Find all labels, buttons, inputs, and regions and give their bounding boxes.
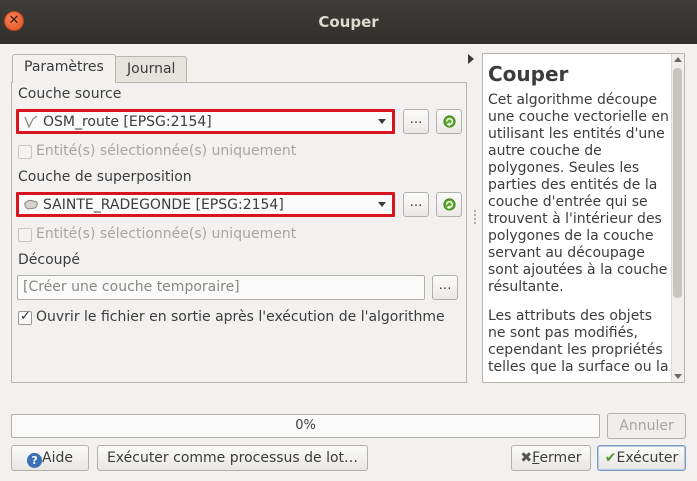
close-button[interactable]: ✖Fermer bbox=[511, 445, 591, 471]
iterate-icon bbox=[442, 198, 456, 211]
chevron-down-icon bbox=[378, 119, 386, 124]
scroll-down-icon[interactable] bbox=[674, 374, 682, 379]
help-pane: Couper Cet algorithme découpe une couche… bbox=[482, 53, 685, 383]
run-button-label: Exécuter bbox=[616, 450, 679, 466]
tab-label: Paramètres bbox=[24, 59, 104, 75]
close-button-label: ermer bbox=[539, 450, 582, 466]
output-browse-button[interactable]: … bbox=[432, 275, 458, 300]
line-layer-icon bbox=[24, 115, 38, 129]
source-layer-combo[interactable]: OSM_route [EPSG:2154] bbox=[16, 109, 395, 134]
help-icon: ? bbox=[27, 453, 43, 468]
overlay-layer-value: SAINTE_RADEGONDE [EPSG:2154] bbox=[43, 197, 284, 213]
overlay-browse-button[interactable]: … bbox=[403, 192, 429, 217]
progress-bar: 0% bbox=[11, 414, 600, 438]
help-button[interactable]: ? Aide bbox=[11, 445, 89, 471]
source-selected-only-label: Entité(s) sélectionnée(s) uniquement bbox=[36, 143, 297, 159]
scroll-up-icon[interactable] bbox=[674, 57, 682, 62]
iterate-icon bbox=[442, 115, 456, 128]
open-output-checkbox[interactable] bbox=[18, 309, 32, 325]
overlay-selected-only-label: Entité(s) sélectionnée(s) uniquement bbox=[36, 226, 297, 242]
window-title: Couper bbox=[318, 13, 379, 31]
source-layer-value: OSM_route [EPSG:2154] bbox=[43, 114, 212, 130]
tab-journal[interactable]: Journal bbox=[115, 56, 188, 83]
close-icon[interactable]: ✕ bbox=[4, 11, 24, 31]
overlay-selected-only-checkbox[interactable] bbox=[18, 228, 32, 242]
open-output-label: Ouvrir le fichier en sortie après l'exéc… bbox=[36, 309, 445, 325]
overlay-layer-combo[interactable]: SAINTE_RADEGONDE [EPSG:2154] bbox=[16, 192, 395, 217]
tab-parametres[interactable]: Paramètres bbox=[12, 54, 116, 83]
output-field[interactable]: [Créer une couche temporaire] bbox=[17, 275, 425, 300]
source-label: Couche source bbox=[18, 86, 122, 102]
overlay-iterate-button[interactable] bbox=[436, 192, 462, 217]
run-button[interactable]: ✔Exécuter bbox=[597, 445, 686, 471]
close-x-icon: ✖ bbox=[520, 450, 533, 466]
help-paragraph: Les attributs des objets ne sont pas mod… bbox=[488, 308, 669, 375]
chevron-down-icon bbox=[378, 202, 386, 207]
help-scrollbar-thumb[interactable] bbox=[673, 68, 682, 298]
source-selected-only-checkbox[interactable] bbox=[18, 145, 32, 159]
checkmark-icon: ✔ bbox=[604, 450, 617, 466]
output-label: Découpé bbox=[18, 252, 81, 268]
help-paragraph: Cet algorithme découpe une couche vector… bbox=[488, 92, 669, 295]
batch-process-button[interactable]: Exécuter comme processus de lot… bbox=[97, 445, 368, 471]
help-title: Couper bbox=[488, 62, 569, 86]
help-button-label: Aide bbox=[42, 450, 73, 466]
polygon-layer-icon bbox=[24, 199, 38, 210]
overlay-label: Couche de superposition bbox=[18, 169, 192, 185]
splitter-handle[interactable] bbox=[474, 210, 476, 224]
cancel-button[interactable]: Annuler bbox=[607, 413, 686, 439]
source-browse-button[interactable]: … bbox=[403, 109, 429, 134]
tab-label: Journal bbox=[127, 61, 176, 77]
collapse-arrow-icon[interactable] bbox=[468, 54, 474, 64]
source-iterate-button[interactable] bbox=[436, 109, 462, 134]
